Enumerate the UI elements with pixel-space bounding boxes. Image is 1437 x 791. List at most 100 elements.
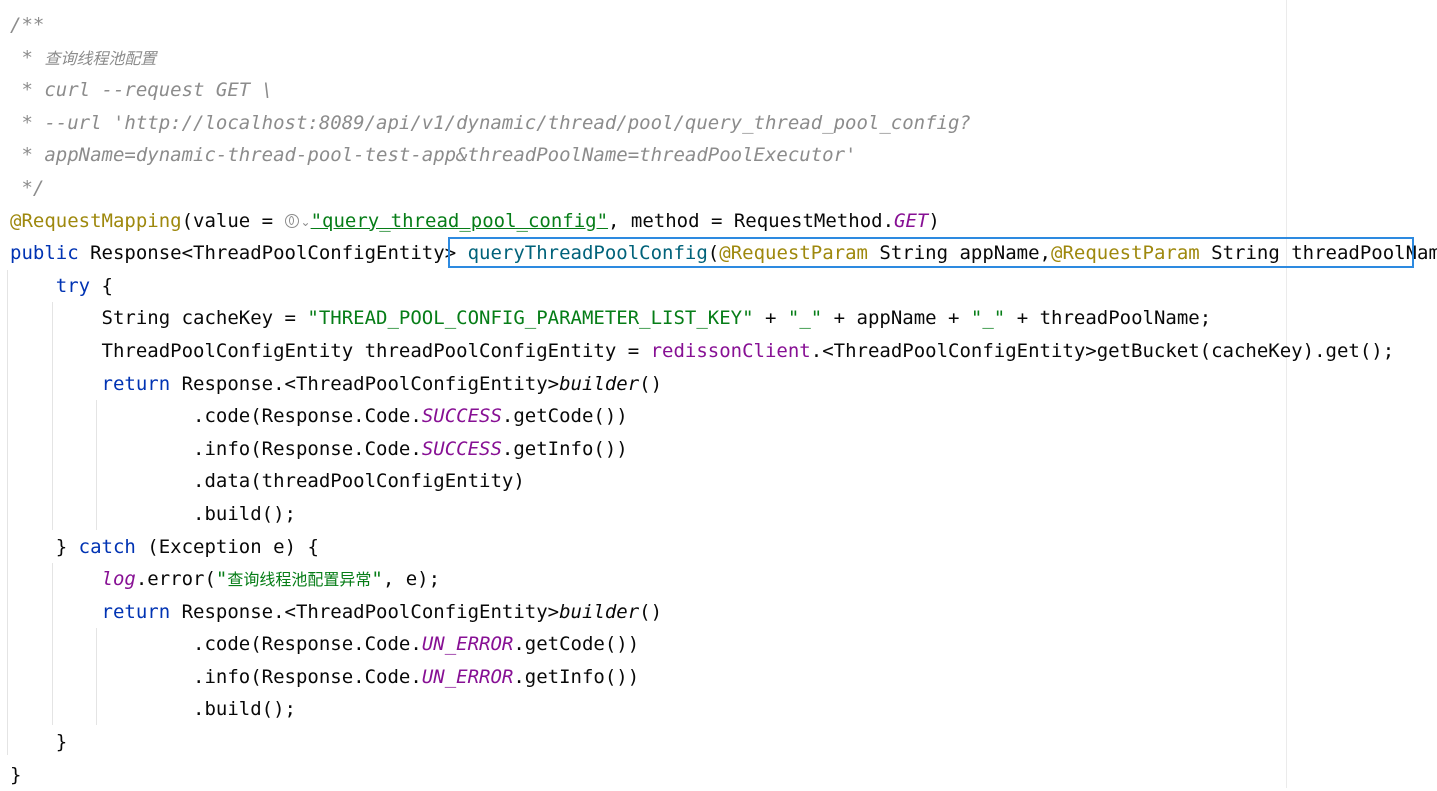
chevron-down-icon[interactable]: ⌄ (301, 206, 311, 239)
code-line-4[interactable]: * --url 'http://localhost:8089/api/v1/dy… (10, 107, 1437, 140)
code-token: .info(Response.Code. (193, 665, 422, 688)
code-line-9[interactable]: try { (10, 270, 1437, 303)
code-token: .error( (135, 568, 216, 591)
code-line-12[interactable]: return Response.<ThreadPoolConfigEntity>… (10, 368, 1437, 401)
globe-icon[interactable] (284, 213, 299, 228)
code-token: Response.<ThreadPoolConfigEntity> (170, 372, 560, 395)
code-token: + appName + (822, 307, 971, 330)
keyword-token: return (101, 600, 171, 623)
comment-token: 查询线程池配置 (44, 48, 157, 68)
code-token: String cacheKey = (101, 307, 308, 330)
code-token: (value = (181, 209, 285, 232)
comment-token: * (10, 46, 45, 69)
code-line-16[interactable]: .build(); (10, 498, 1437, 531)
code-token: .code(Response.Code. (193, 405, 422, 428)
keyword-token: public (10, 242, 79, 265)
code-token: String appName, (867, 242, 1051, 265)
annotation-token: @RequestMapping (10, 209, 182, 232)
code-token: ThreadPoolConfigEntity threadPoolConfigE… (101, 339, 651, 362)
keyword-token: catch (78, 535, 136, 558)
code-token: builder (559, 600, 640, 623)
code-line-3[interactable]: * curl --request GET \ (10, 74, 1437, 107)
code-line-8[interactable]: public Response<ThreadPoolConfigEntity> … (10, 237, 1437, 270)
annotation-token: @RequestParam (1051, 242, 1200, 265)
code-token: .data(threadPoolConfigEntity) (193, 470, 525, 493)
static-field-token: GET (894, 209, 929, 232)
code-token: .<ThreadPoolConfigEntity>getBucket(cache… (810, 339, 1395, 362)
code-token: } (55, 535, 79, 558)
code-token: .getCode()) (501, 405, 628, 428)
code-token: } (55, 731, 68, 754)
code-line-17[interactable]: } catch (Exception e) { (10, 531, 1437, 564)
comment-token: * curl --request GET \ (10, 79, 274, 102)
code-token: builder (559, 372, 640, 395)
code-line-1[interactable]: /** (10, 9, 1437, 42)
code-token: ( (707, 242, 720, 265)
code-line-23[interactable]: } (10, 726, 1437, 759)
method-name-token: queryThreadPoolConfig (467, 242, 708, 265)
comment-token: /** (10, 14, 45, 36)
comment-token: * appName=dynamic-thread-pool-test-app&t… (10, 144, 857, 167)
code-line-15[interactable]: .data(threadPoolConfigEntity) (10, 465, 1437, 498)
code-token: + (753, 307, 788, 330)
code-line-5[interactable]: * appName=dynamic-thread-pool-test-app&t… (10, 139, 1437, 172)
static-field-token: UN_ERROR (421, 633, 514, 656)
code-token: (Exception e) { (135, 535, 319, 558)
indent-guide-method-body (7, 270, 8, 755)
code-token: .build(); (193, 698, 296, 721)
code-line-11[interactable]: ThreadPoolConfigEntity threadPoolConfigE… (10, 335, 1437, 368)
code-line-19[interactable]: return Response.<ThreadPoolConfigEntity>… (10, 596, 1437, 629)
code-line-2[interactable]: * 查询线程池配置 (10, 42, 1437, 75)
code-line-22[interactable]: .build(); (10, 693, 1437, 726)
code-line-6[interactable]: */ (10, 172, 1437, 205)
code-token: .getInfo()) (501, 437, 628, 460)
code-token: () (639, 600, 663, 623)
static-field-token: SUCCESS (421, 437, 502, 460)
string-literal-token: "THREAD_POOL_CONFIG_PARAMETER_LIST_KEY" (307, 307, 754, 330)
code-line-13[interactable]: .code(Response.Code.SUCCESS.getCode()) (10, 400, 1437, 433)
code-line-14[interactable]: .info(Response.Code.SUCCESS.getInfo()) (10, 433, 1437, 466)
code-token: { (90, 274, 113, 297)
code-token: .info(Response.Code. (193, 437, 422, 460)
code-line-21[interactable]: .info(Response.Code.UN_ERROR.getInfo()) (10, 661, 1437, 694)
code-editor[interactable]: /** * 查询线程池配置 * curl --request GET \ * -… (0, 0, 1437, 788)
code-lines[interactable]: /** * 查询线程池配置 * curl --request GET \ * -… (10, 9, 1437, 791)
code-token: Response<ThreadPoolConfigEntity> (78, 242, 468, 265)
string-literal-token: " (215, 568, 228, 591)
keyword-token: try (55, 274, 91, 297)
comment-token: */ (10, 176, 45, 199)
code-token: redissonClient (650, 339, 811, 362)
code-token: .code(Response.Code. (193, 633, 422, 656)
code-line-18[interactable]: log.error("查询线程池配置异常", e); (10, 563, 1437, 596)
keyword-token: return (101, 372, 171, 395)
code-token: } (10, 763, 22, 786)
string-literal-token: 查询线程池配置异常 (227, 570, 372, 590)
code-token: .build(); (193, 502, 296, 525)
code-line-7[interactable]: @RequestMapping(value = ⌄"query_thread_p… (10, 205, 1437, 238)
code-token: () (639, 372, 663, 395)
annotation-token: @RequestParam (719, 242, 868, 265)
code-token: , method = RequestMethod. (608, 209, 895, 232)
code-line-24[interactable]: } (10, 759, 1437, 791)
static-field-token: SUCCESS (421, 405, 502, 428)
static-field-token: log (101, 568, 136, 591)
code-token: .getInfo()) (513, 665, 640, 688)
string-literal-token: "_" (787, 307, 823, 330)
code-line-10[interactable]: String cacheKey = "THREAD_POOL_CONFIG_PA… (10, 302, 1437, 335)
code-token: .getCode()) (513, 633, 640, 656)
code-line-20[interactable]: .code(Response.Code.UN_ERROR.getCode()) (10, 628, 1437, 661)
